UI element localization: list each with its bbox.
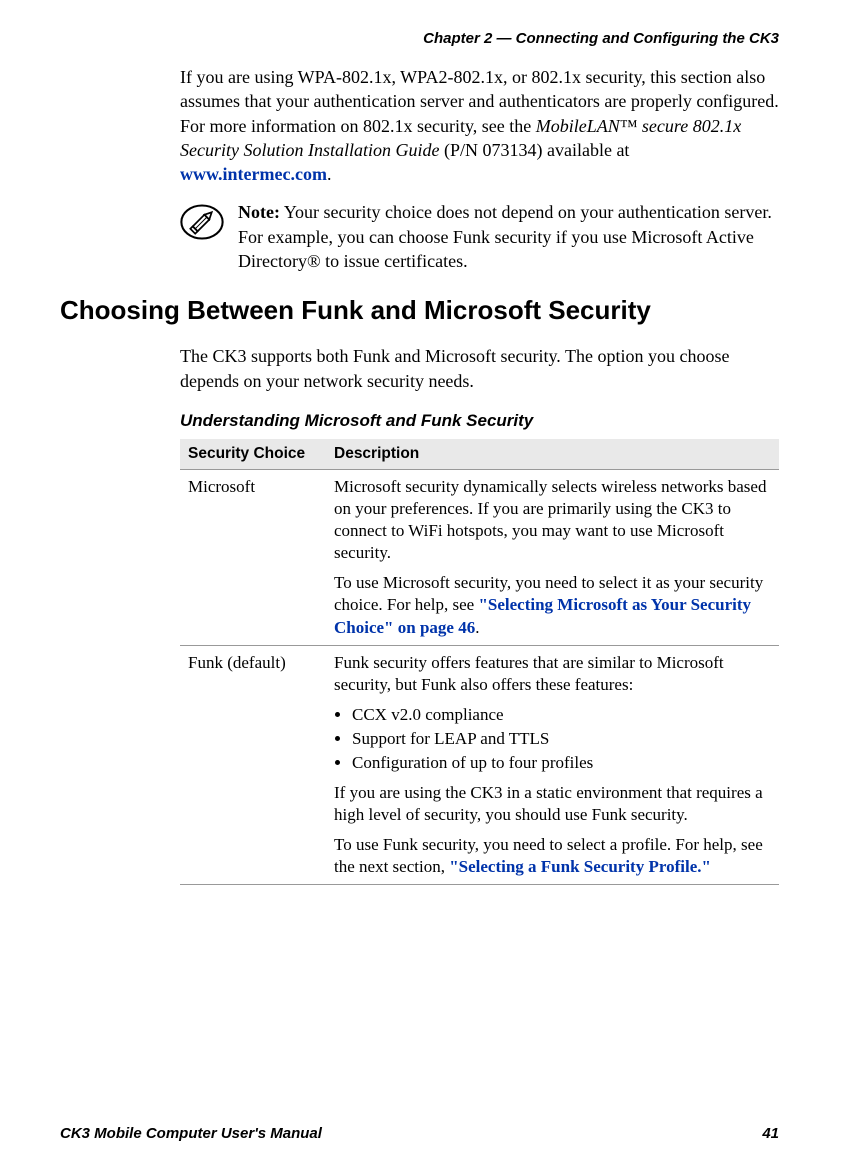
- cell-desc-microsoft: Microsoft security dynamically selects w…: [326, 469, 779, 645]
- section-intro: The CK3 supports both Funk and Microsoft…: [180, 344, 779, 393]
- funk-desc-p1: Funk security offers features that are s…: [334, 652, 771, 696]
- table-row: Funk (default) Funk security offers feat…: [180, 645, 779, 885]
- intermec-link[interactable]: www.intermec.com: [180, 164, 327, 184]
- ms-desc-p2: To use Microsoft security, you need to s…: [334, 572, 771, 638]
- table-title: Understanding Microsoft and Funk Securit…: [180, 411, 779, 431]
- funk-desc-p3: To use Funk security, you need to select…: [334, 834, 771, 878]
- pencil-icon: [180, 200, 228, 249]
- footer-title: CK3 Mobile Computer User's Manual: [60, 1125, 322, 1142]
- note-text: Note: Your security choice does not depe…: [238, 200, 779, 273]
- cell-desc-funk: Funk security offers features that are s…: [326, 645, 779, 885]
- funk-desc-p2: If you are using the CK3 in a static env…: [334, 782, 771, 826]
- intro-text-2: (P/N 073134) available at: [439, 140, 629, 160]
- ms-desc-p1: Microsoft security dynamically selects w…: [334, 476, 771, 564]
- list-item: Configuration of up to four profiles: [352, 752, 771, 774]
- note-body: Your security choice does not depend on …: [238, 202, 772, 271]
- note-block: Note: Your security choice does not depe…: [180, 200, 779, 273]
- note-label: Note:: [238, 202, 280, 222]
- cell-choice-funk: Funk (default): [180, 645, 326, 885]
- table-row: Microsoft Microsoft security dynamically…: [180, 469, 779, 645]
- table-header-choice: Security Choice: [180, 439, 326, 470]
- page-number: 41: [762, 1125, 779, 1142]
- section-heading: Choosing Between Funk and Microsoft Secu…: [60, 295, 779, 326]
- funk-bullets: CCX v2.0 compliance Support for LEAP and…: [334, 704, 771, 774]
- intro-paragraph: If you are using WPA-802.1x, WPA2-802.1x…: [180, 65, 779, 186]
- list-item: CCX v2.0 compliance: [352, 704, 771, 726]
- running-head: Chapter 2 — Connecting and Configuring t…: [60, 30, 779, 47]
- ms-desc-p2b: .: [475, 618, 479, 637]
- intro-text-3: .: [327, 164, 332, 184]
- table-header-desc: Description: [326, 439, 779, 470]
- list-item: Support for LEAP and TTLS: [352, 728, 771, 750]
- page-footer: CK3 Mobile Computer User's Manual 41: [60, 1125, 779, 1142]
- security-table: Security Choice Description Microsoft Mi…: [180, 439, 779, 886]
- cell-choice-microsoft: Microsoft: [180, 469, 326, 645]
- funk-profile-link[interactable]: "Selecting a Funk Security Profile.": [449, 857, 711, 876]
